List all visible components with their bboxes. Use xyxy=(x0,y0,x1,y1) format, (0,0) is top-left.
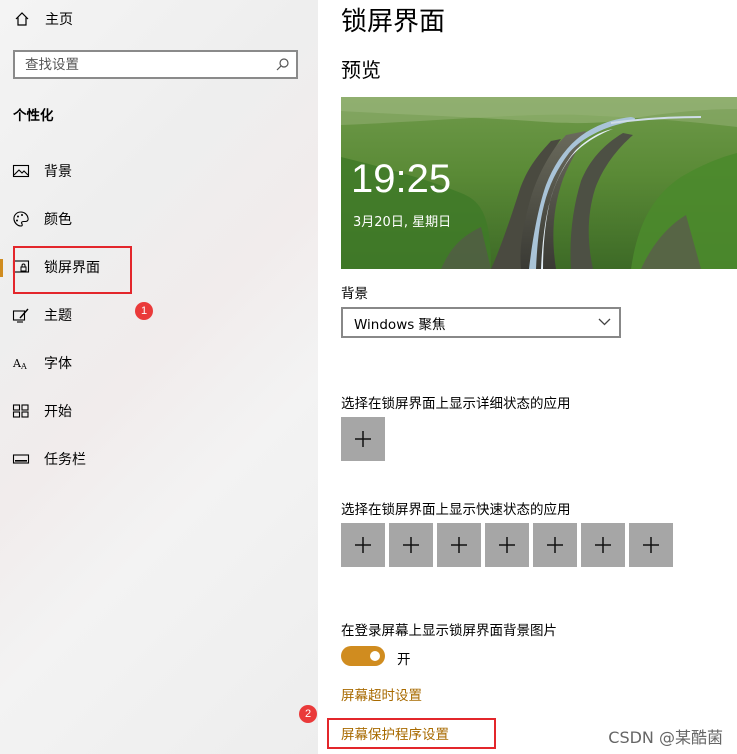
add-detailed-status-app-button[interactable] xyxy=(341,417,385,461)
sidebar-item-themes[interactable]: 主题 xyxy=(0,300,318,330)
toggle-state-label: 开 xyxy=(397,652,411,668)
toggle-knob xyxy=(370,651,380,661)
signin-background-toggle[interactable] xyxy=(341,646,385,666)
plus-icon xyxy=(403,537,419,553)
plus-icon xyxy=(595,537,611,553)
sidebar-item-label: 主题 xyxy=(44,308,72,324)
detailed-status-label: 选择在锁屏界面上显示详细状态的应用 xyxy=(341,396,571,412)
add-quick-status-app-button[interactable] xyxy=(389,523,433,567)
signin-background-label: 在登录屏幕上显示锁屏界面背景图片 xyxy=(341,623,557,639)
taskbar-icon xyxy=(12,454,30,464)
background-dropdown-value: Windows 聚焦 xyxy=(354,316,446,333)
plus-icon xyxy=(643,537,659,553)
lock-screen-preview: 19:25 3月20日, 星期日 xyxy=(341,97,737,269)
home-link[interactable]: 主页 xyxy=(14,9,73,29)
sidebar-item-label: 背景 xyxy=(44,164,72,180)
sidebar-item-label: 任务栏 xyxy=(44,452,86,468)
section-title: 个性化 xyxy=(13,108,54,124)
palette-icon xyxy=(13,211,29,227)
background-label: 背景 xyxy=(341,286,368,302)
search-input[interactable] xyxy=(15,52,265,77)
plus-icon xyxy=(355,431,371,447)
annotation-badge-2: 2 xyxy=(299,705,317,723)
sidebar-item-taskbar[interactable]: 任务栏 xyxy=(0,444,318,474)
sidebar-item-background[interactable]: 背景 xyxy=(0,156,318,186)
search-icon xyxy=(276,58,289,71)
sidebar-item-start[interactable]: 开始 xyxy=(0,396,318,426)
start-grid-icon xyxy=(12,404,29,418)
preview-time: 19:25 xyxy=(351,157,452,201)
theme-brush-icon xyxy=(12,308,29,323)
add-quick-status-app-button[interactable] xyxy=(437,523,481,567)
screen-timeout-settings-link[interactable]: 屏幕超时设置 xyxy=(341,684,422,704)
page-title: 锁屏界面 xyxy=(341,7,446,37)
add-quick-status-app-button[interactable] xyxy=(341,523,385,567)
home-icon xyxy=(15,12,29,26)
plus-icon xyxy=(355,537,371,553)
plus-icon xyxy=(547,537,563,553)
search-box[interactable] xyxy=(13,50,298,79)
main-content: 锁屏界面 预览 19:25 3月20日, 星期日 背景 Windows 聚焦 选… xyxy=(299,0,737,754)
plus-icon xyxy=(499,537,515,553)
sidebar-item-label: 字体 xyxy=(44,356,72,372)
picture-icon xyxy=(12,164,30,178)
sidebar: 主页 个性化 背景 颜色 锁屏界面 xyxy=(0,0,318,754)
chevron-down-icon xyxy=(598,318,611,326)
background-dropdown[interactable]: Windows 聚焦 xyxy=(341,307,621,338)
quick-status-label: 选择在锁屏界面上显示快速状态的应用 xyxy=(341,502,571,518)
annotation-box-lock-screen xyxy=(13,246,132,294)
preview-heading: 预览 xyxy=(341,58,381,82)
sidebar-item-label: 颜色 xyxy=(44,212,72,228)
font-icon: A A xyxy=(12,357,27,371)
sidebar-item-label: 开始 xyxy=(44,404,72,420)
add-quick-status-app-button[interactable] xyxy=(629,523,673,567)
sidebar-item-color[interactable]: 颜色 xyxy=(0,204,318,234)
sidebar-item-fonts[interactable]: A A 字体 xyxy=(0,348,318,378)
preview-date: 3月20日, 星期日 xyxy=(353,215,452,230)
watermark: CSDN @某酷菌 xyxy=(608,728,723,747)
annotation-box-screensaver xyxy=(327,718,496,749)
home-label: 主页 xyxy=(45,12,73,28)
plus-icon xyxy=(451,537,467,553)
add-quick-status-app-button[interactable] xyxy=(581,523,625,567)
add-quick-status-app-button[interactable] xyxy=(485,523,529,567)
add-quick-status-app-button[interactable] xyxy=(533,523,577,567)
svg-text:A: A xyxy=(20,362,27,371)
annotation-badge-1: 1 xyxy=(135,302,153,320)
